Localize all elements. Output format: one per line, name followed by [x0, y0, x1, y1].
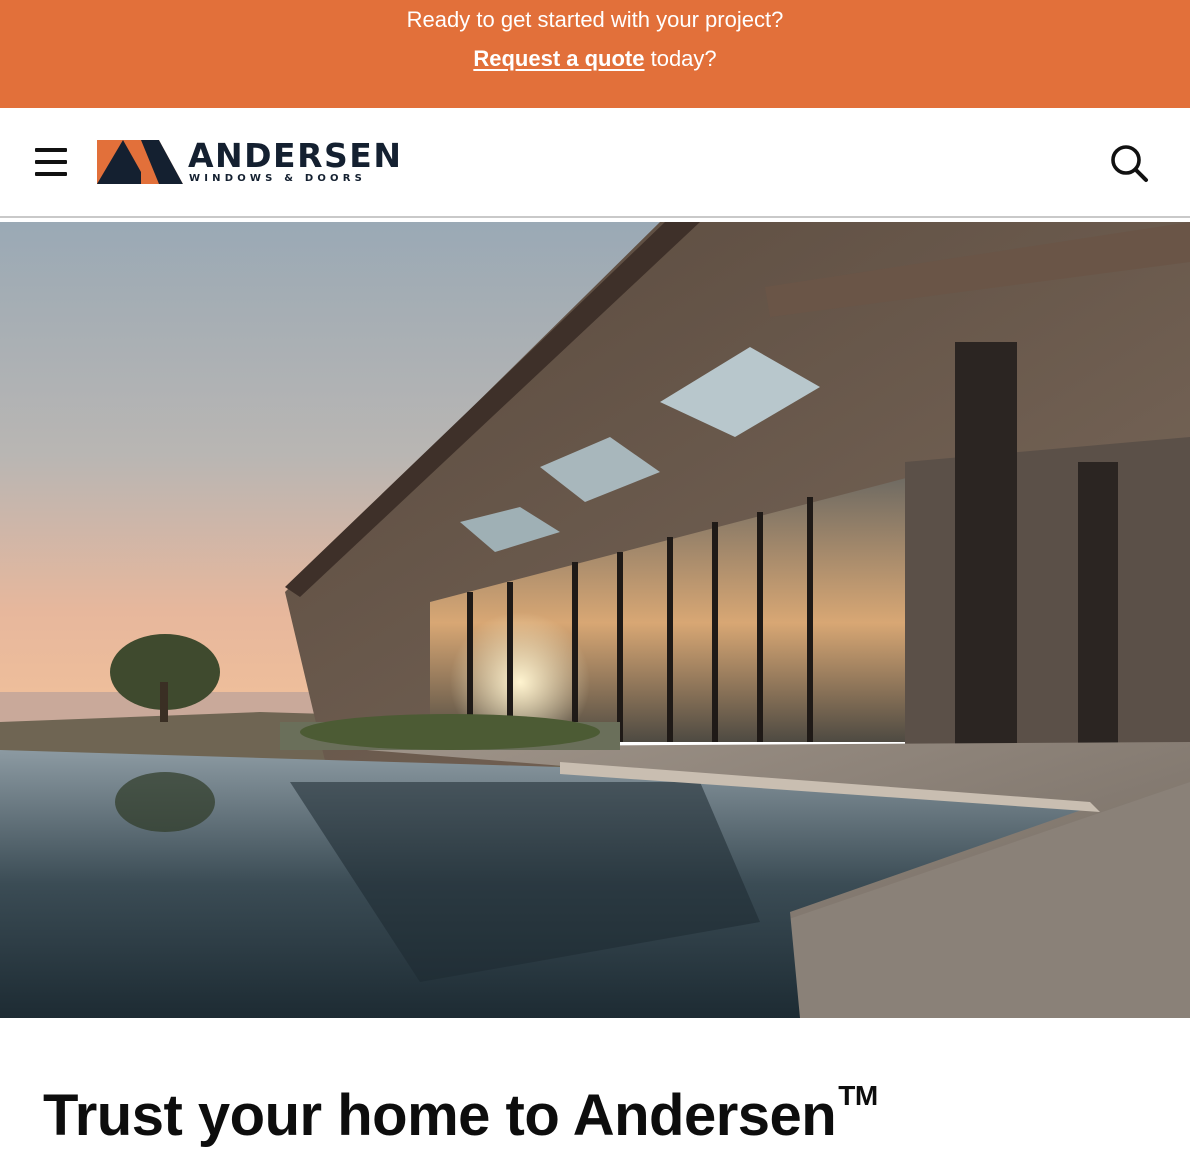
menu-bar — [35, 160, 67, 164]
page-headline: Trust your home to AndersenTM — [43, 1056, 878, 1152]
logo-tagline: WINDOWS & DOORS — [189, 173, 367, 184]
hero-image — [0, 222, 1190, 1018]
promo-message: Ready to get started with your project? — [406, 7, 784, 32]
headline-text: Trust your home to Andersen — [43, 1083, 837, 1148]
trademark-symbol: TM — [838, 1080, 878, 1111]
logo-wordmark: ANDERSEN — [188, 136, 403, 175]
site-header: ANDERSEN WINDOWS & DOORS — [0, 108, 1190, 218]
promo-cta-suffix: today? — [644, 46, 717, 71]
andersen-logo-mark-icon — [97, 140, 183, 184]
menu-bar — [35, 148, 67, 152]
request-quote-link[interactable]: Request a quote — [473, 46, 644, 71]
promo-cta-line: Request a quote today? — [0, 44, 1190, 74]
search-icon[interactable] — [1108, 142, 1150, 184]
menu-bar — [35, 172, 67, 176]
hamburger-menu-icon[interactable] — [33, 146, 69, 180]
promo-banner: Ready to get started with your project? … — [0, 0, 1190, 108]
andersen-logo[interactable]: ANDERSEN WINDOWS & DOORS — [97, 137, 401, 186]
